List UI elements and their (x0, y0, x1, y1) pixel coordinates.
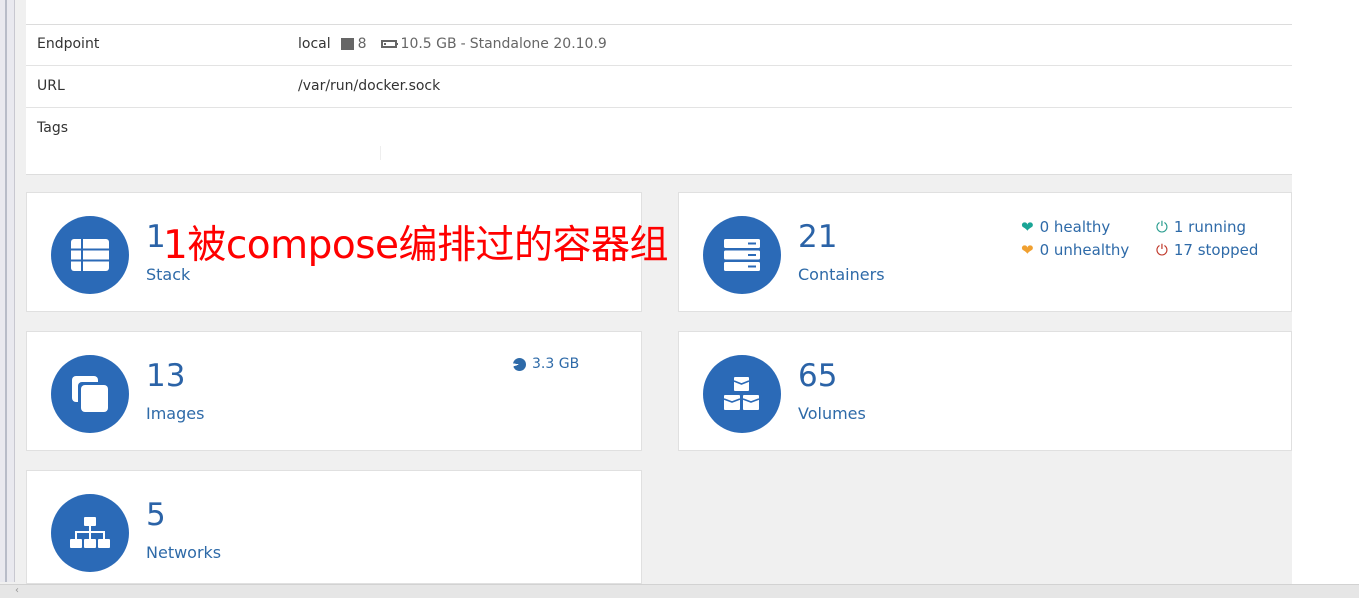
endpoint-label: Endpoint (37, 36, 100, 52)
cubes-icon (723, 377, 760, 410)
images-card[interactable]: 13 Images (26, 331, 642, 451)
window-left-edge (0, 0, 15, 582)
unhealthy-text: 0 unhealthy (1039, 241, 1130, 259)
healthy-text: 0 healthy (1039, 218, 1111, 236)
images-label: Images (146, 404, 205, 423)
cpu-icon (340, 38, 354, 50)
cpu-count: 8 (357, 36, 367, 52)
tags-row: Tags (26, 108, 1292, 168)
images-count: 13 (146, 358, 186, 394)
tags-divider (380, 146, 381, 160)
url-value: /var/run/docker.sock (298, 78, 441, 94)
sitemap-icon (70, 517, 110, 548)
power-on-icon: ⏻ (1156, 218, 1168, 236)
endpoint-name: local (298, 36, 331, 52)
networks-count: 5 (146, 497, 166, 533)
memory-icon (380, 40, 398, 48)
images-icon-badge (51, 355, 129, 433)
scroll-left-icon[interactable]: ‹ (15, 585, 19, 596)
power-off-icon: ⏻ (1156, 241, 1168, 259)
heartbeat-icon: ❤ (1021, 218, 1034, 236)
running-status: ⏻ 1 running (1156, 218, 1246, 236)
networks-card[interactable]: 5 Networks (26, 470, 642, 584)
endpoint-value: local 8 10.5 GB - Standalone 20.10.9 (298, 36, 607, 52)
stack-list-icon (71, 239, 109, 271)
window-right-edge (1292, 0, 1359, 597)
tags-label: Tags (37, 120, 68, 136)
networks-label: Networks (146, 543, 222, 562)
healthy-status: ❤ 0 healthy (1021, 218, 1110, 236)
separator: - (460, 36, 466, 52)
volumes-card[interactable]: 65 Volumes (678, 331, 1292, 451)
heartbeat-warning-icon: ❤ (1021, 241, 1034, 259)
clone-icon (72, 376, 108, 412)
images-size: 3.3 GB (513, 356, 579, 372)
endpoint-info-panel: Endpoint local 8 10.5 GB - Standalone 20… (26, 0, 1292, 175)
unhealthy-status: ❤ 0 unhealthy (1021, 241, 1129, 259)
pie-chart-icon (513, 357, 526, 371)
panel-header-edge (26, 0, 1292, 25)
containers-card[interactable]: 21 Containers ❤ 0 healthy ❤ 0 unhealthy … (678, 192, 1292, 312)
stopped-text: 17 stopped (1173, 241, 1259, 259)
url-row: URL /var/run/docker.sock (26, 66, 1292, 108)
url-label: URL (37, 78, 65, 94)
volumes-count: 65 (798, 358, 838, 394)
images-size-text: 3.3 GB (532, 356, 580, 372)
stopped-status: ⏻ 17 stopped (1156, 241, 1258, 259)
annotation-text: 1被compose编排过的容器组 (163, 223, 669, 268)
volumes-icon-badge (703, 355, 781, 433)
containers-label: Containers (798, 265, 885, 284)
docker-mode: Standalone 20.10.9 (469, 36, 607, 52)
endpoint-row: Endpoint local 8 10.5 GB - Standalone 20… (26, 24, 1292, 66)
server-icon (724, 239, 760, 271)
containers-icon-badge (703, 216, 781, 294)
memory-value: 10.5 GB (400, 36, 457, 52)
horizontal-scrollbar[interactable]: ‹ (0, 584, 1359, 598)
stack-icon-badge (51, 216, 129, 294)
volumes-label: Volumes (798, 404, 866, 423)
running-text: 1 running (1173, 218, 1247, 236)
containers-count: 21 (798, 219, 838, 255)
networks-icon-badge (51, 494, 129, 572)
